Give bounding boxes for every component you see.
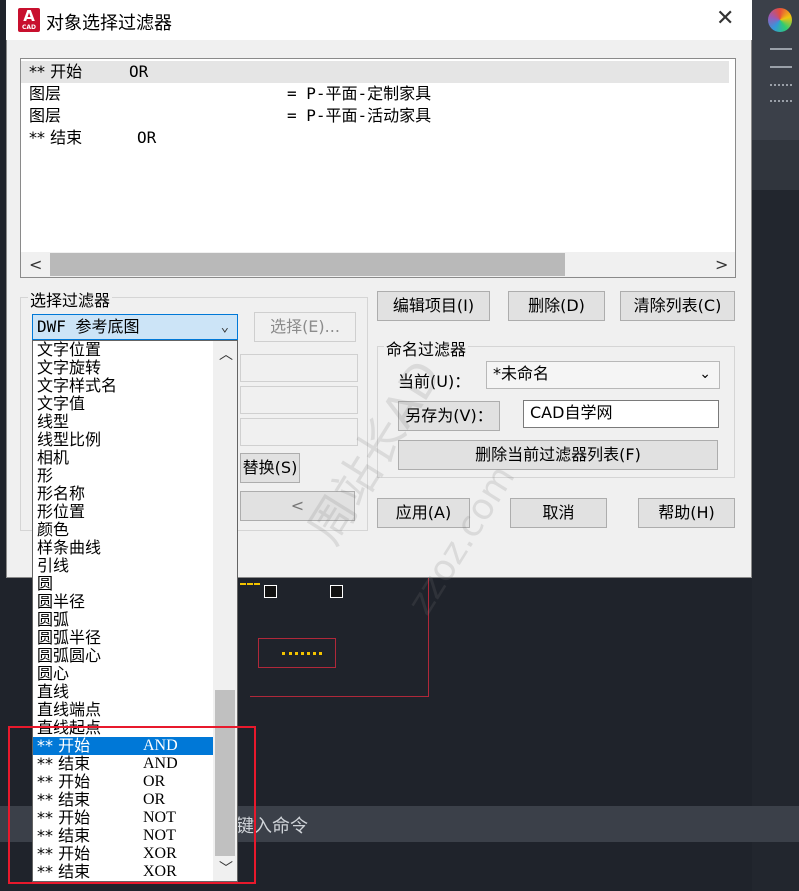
dropdown-item[interactable]: 文字样式名 [33,377,213,395]
filter-row-name: ** 开始 [29,62,83,81]
dropdown-item[interactable]: 相机 [33,449,213,467]
filter-type-combo[interactable]: DWF 参考底图 ⌄ [32,314,238,340]
app-icon-letter: A [23,7,35,25]
filter-row-value: = P-平面-定制家具 [287,84,432,103]
select-filter-label: 选择过滤器 [28,287,113,311]
red-highlight-box [8,726,256,884]
filter-row-value: OR [129,62,149,81]
filter-row-name: ** 结束 [29,128,83,147]
dropdown-item[interactable]: 文字位置 [33,341,213,359]
y-value-field[interactable] [240,386,358,414]
dropdown-item[interactable]: 文字值 [33,395,213,413]
list-lines-icon[interactable] [770,84,792,102]
filter-row-name: 图层 [29,106,62,125]
clear-list-button[interactable]: 清除列表(C) [620,291,735,321]
current-filter-combo[interactable]: *未命名 ⌄ [486,361,720,389]
help-button[interactable]: 帮助(H) [638,498,735,528]
delete-current-filter-button[interactable]: 删除当前过滤器列表(F) [398,440,718,470]
select-button[interactable]: 选择(E)... [254,312,356,342]
scrollbar-thumb[interactable] [50,253,565,276]
x-value-field[interactable] [240,354,358,382]
grip-square[interactable] [330,585,343,598]
drawing-yellow-marks [240,583,260,588]
dropdown-item[interactable]: 直线端点 [33,701,213,719]
dropdown-item[interactable]: 圆弧半径 [33,629,213,647]
chevron-down-icon: ⌄ [220,319,229,335]
dialog-title: 对象选择过滤器 [46,13,172,34]
chevron-down-icon: ⌄ [699,366,711,382]
current-filter-value: *未命名 [493,364,550,383]
replace-button[interactable]: 替换(S) [240,453,300,483]
scroll-up-icon[interactable]: ︿ [219,344,233,364]
filter-row[interactable]: 图层 = P-平面-活动家具 [29,105,729,127]
filter-row-value: = P-平面-活动家具 [287,106,432,125]
delete-button[interactable]: 删除(D) [508,291,605,321]
filter-row[interactable]: ** 开始 OR [21,61,729,83]
app-icon-sub: CAD [21,24,37,31]
color-wheel-icon[interactable] [768,8,792,32]
dropdown-item[interactable]: 圆弧圆心 [33,647,213,665]
filter-row-name: 图层 [29,84,62,103]
cad-drawing-area[interactable] [752,190,799,891]
filter-list[interactable]: ** 开始 OR 图层 = P-平面-定制家具 图层 = P-平面-活动家具 ** 结束 OR [20,58,736,278]
dropdown-item[interactable]: 样条曲线 [33,539,213,557]
dropdown-item[interactable]: 形名称 [33,485,213,503]
dropdown-item[interactable]: 形位置 [33,503,213,521]
dropdown-item[interactable]: 线型 [33,413,213,431]
edit-item-button[interactable]: 编辑项目(I) [377,291,490,321]
drawing-yellow-marks [282,652,322,658]
menu-lines-icon[interactable] [770,48,792,68]
grip-square[interactable] [264,585,277,598]
scroll-left-icon[interactable]: < [29,255,42,274]
dropdown-item[interactable]: 圆半径 [33,593,213,611]
dropdown-item[interactable]: 直线 [33,683,213,701]
dropdown-item[interactable]: 圆 [33,575,213,593]
dropdown-item[interactable]: 线型比例 [33,431,213,449]
dropdown-item[interactable]: 颜色 [33,521,213,539]
filter-type-value: DWF 参考底图 [37,317,140,336]
filter-row[interactable]: 图层 = P-平面-定制家具 [29,83,729,105]
dropdown-item[interactable]: 文字旋转 [33,359,213,377]
scroll-right-icon[interactable]: > [715,255,728,274]
cancel-button[interactable]: 取消 [510,498,607,528]
filter-row[interactable]: ** 结束 OR [29,127,729,149]
filter-row-value: OR [137,128,157,147]
dropdown-item[interactable]: 圆弧 [33,611,213,629]
dropdown-item[interactable]: 引线 [33,557,213,575]
autocad-app-icon: A CAD [18,8,40,32]
dropdown-item[interactable]: 圆心 [33,665,213,683]
cad-ribbon-edge [752,140,799,190]
close-icon[interactable]: ✕ [716,6,734,31]
dropdown-item[interactable]: 形 [33,467,213,485]
save-as-name-field[interactable]: CAD自学网 [523,400,719,428]
